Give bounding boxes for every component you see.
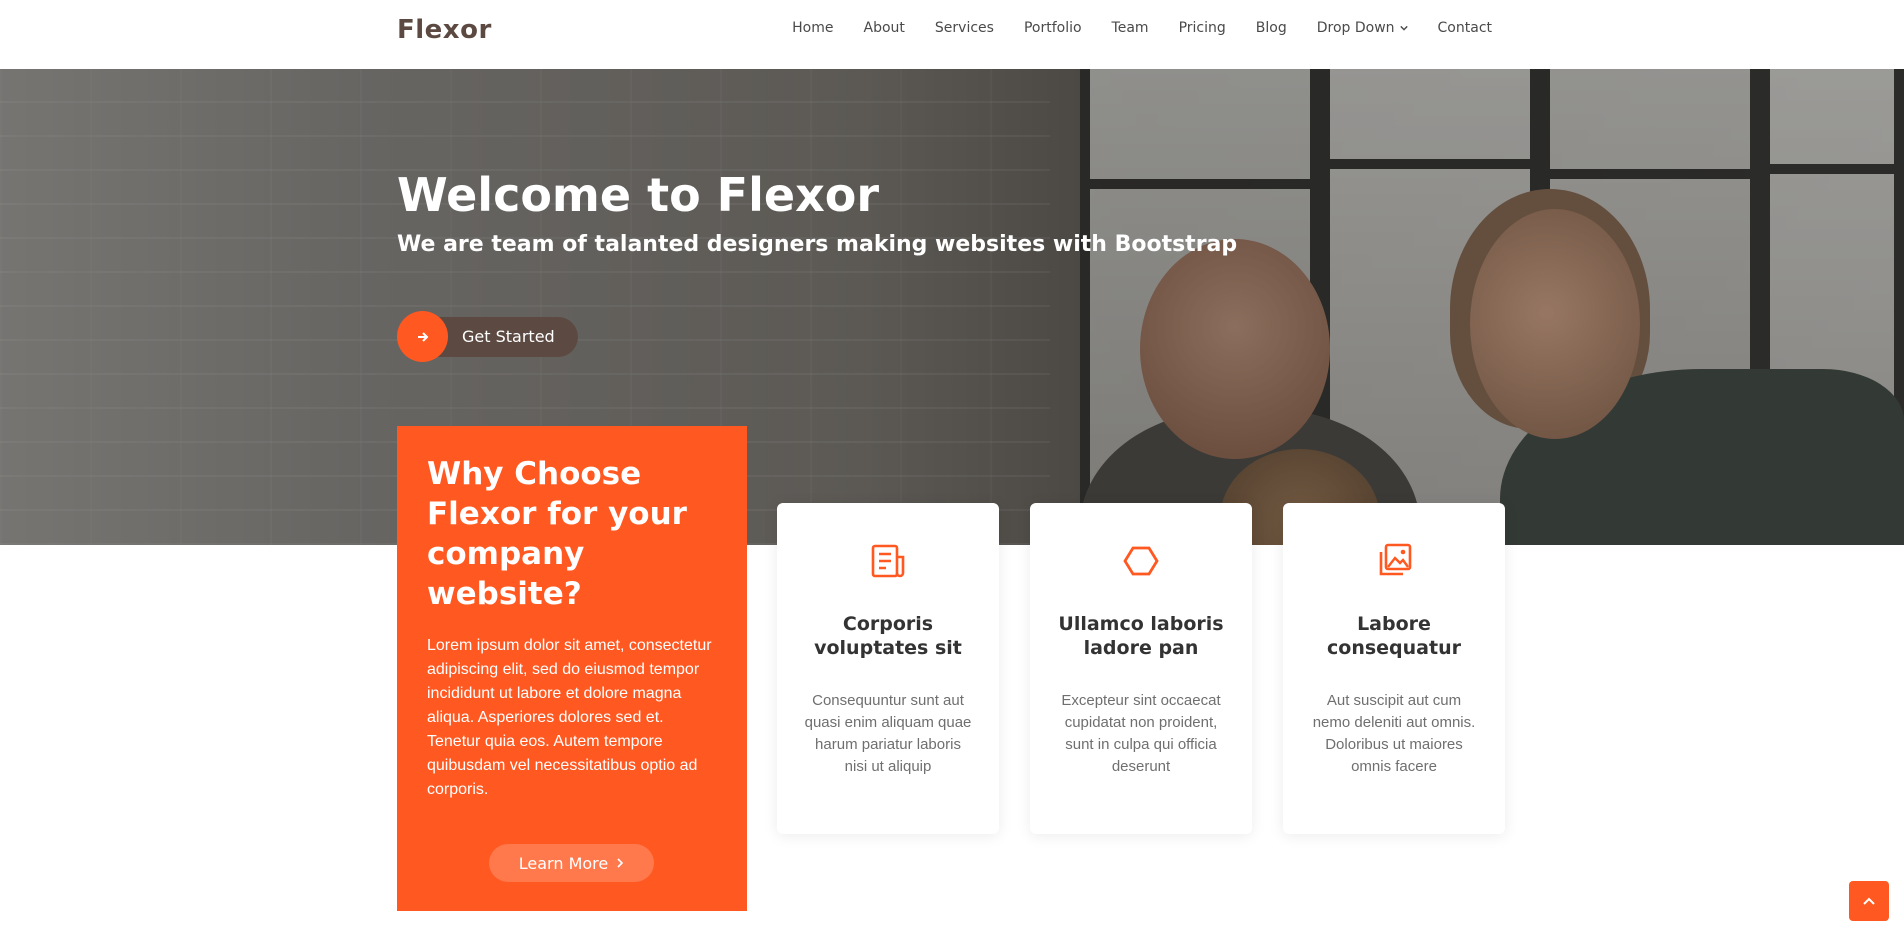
feature-card-text: Aut suscipit aut cum nemo deleniti aut o… [1312,692,1476,775]
why-text: Lorem ipsum dolor sit amet, consectetur … [427,637,712,798]
nav-item-services[interactable]: Services [920,20,1009,36]
feature-card: Labore consequatur Aut suscipit aut cum … [1283,503,1505,834]
logo[interactable]: Flexor [397,15,492,45]
get-started-label: Get Started [428,316,578,357]
feature-card-text: Consequuntur sunt aut quasi enim aliquam… [804,692,972,775]
main-nav: Home About Services Portfolio Team Prici… [777,20,1492,36]
feature-card: Corporis voluptates sit Consequuntur sun… [777,503,999,834]
learn-more-label: Learn More [518,853,609,873]
why-title: Why Choose Flexor for your company websi… [427,456,687,612]
nav-item-contact[interactable]: Contact [1423,20,1492,36]
nav-item-dropdown[interactable]: Drop Down [1302,20,1423,36]
arrow-right-icon [397,311,448,362]
why-box: Why Choose Flexor for your company websi… [397,426,747,911]
get-started-button[interactable]: Get Started [397,311,578,362]
hero-section [0,69,1904,545]
nav-item-team[interactable]: Team [1097,20,1164,36]
receipt-icon [871,544,905,578]
hexagon-icon [1123,546,1159,576]
site-header: Flexor Home About Services Portfolio Tea… [0,0,1904,69]
feature-card-text: Excepteur sint occaecat cupidatat non pr… [1061,692,1221,775]
images-icon [1379,543,1412,576]
back-to-top-button[interactable] [1849,881,1889,921]
chevron-down-icon [1399,25,1408,31]
arrow-up-icon [1863,897,1875,905]
feature-card-title: Labore consequatur [1327,613,1461,659]
nav-item-blog[interactable]: Blog [1241,20,1302,36]
hero-subtitle: We are team of talanted designers making… [397,232,1238,257]
nav-item-portfolio[interactable]: Portfolio [1009,20,1097,36]
chevron-right-icon [617,858,624,868]
nav-item-dropdown-label: Drop Down [1316,20,1395,36]
nav-item-about[interactable]: About [849,20,920,36]
learn-more-button[interactable]: Learn More [489,844,654,882]
hero-title: Welcome to Flexor [397,168,880,222]
feature-card-title: Ullamco laboris ladore pan [1058,613,1224,659]
nav-item-pricing[interactable]: Pricing [1164,20,1241,36]
hero-overlay [0,69,1904,545]
nav-item-home[interactable]: Home [777,20,848,36]
feature-card-title: Corporis voluptates sit [814,613,962,659]
feature-card: Ullamco laboris ladore pan Excepteur sin… [1030,503,1252,834]
